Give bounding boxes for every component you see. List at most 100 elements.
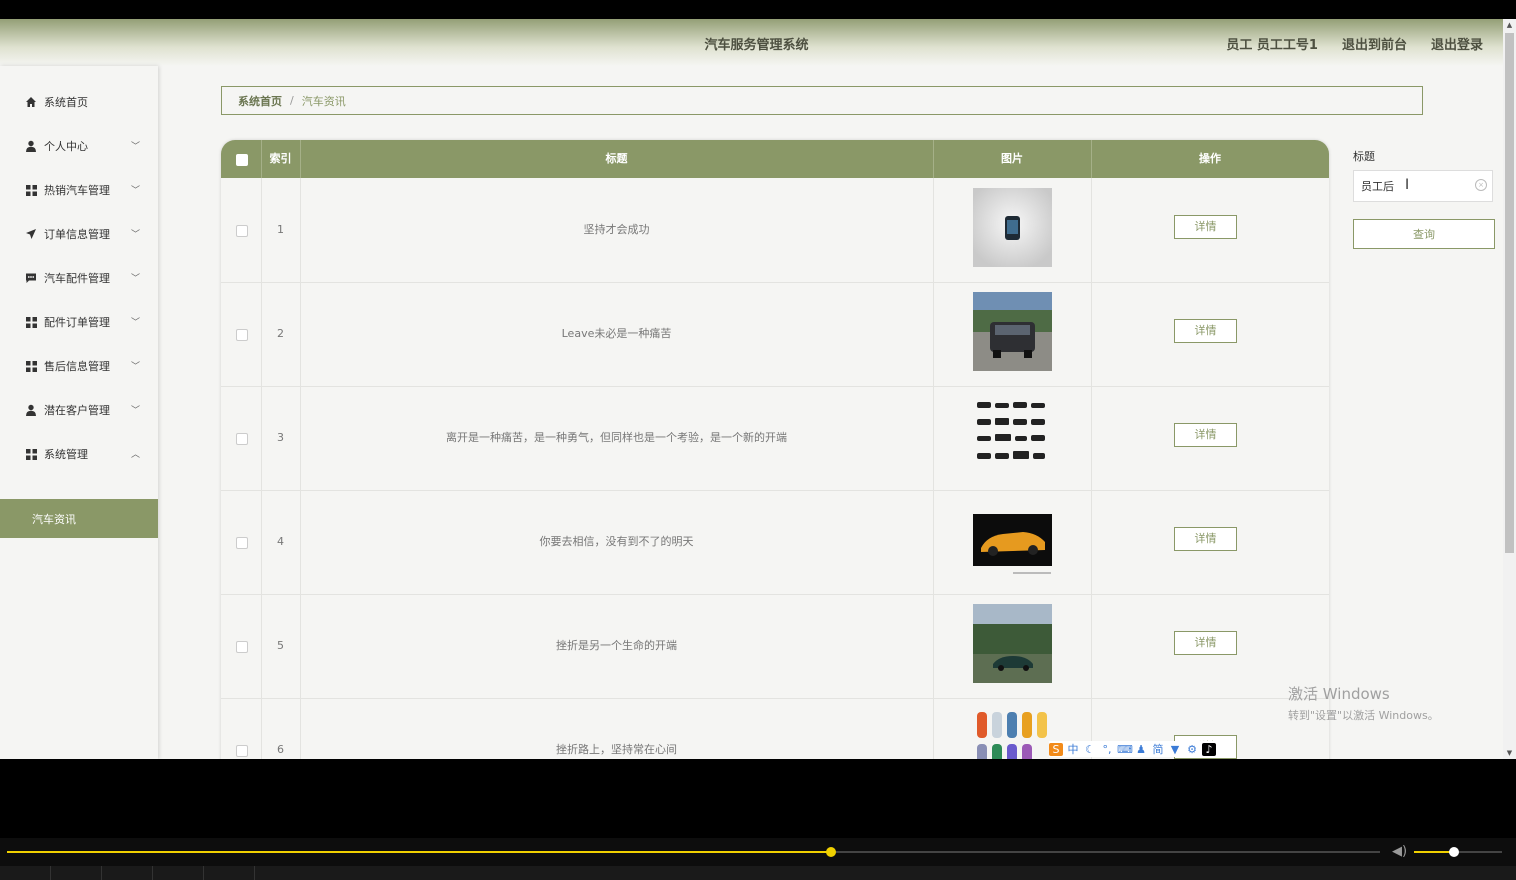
sidebar-item-label: 系统首页 bbox=[44, 96, 88, 109]
progress-knob[interactable] bbox=[825, 847, 836, 857]
user-icon bbox=[24, 403, 38, 417]
chevron-up-icon: ︿ bbox=[130, 450, 140, 460]
sidebar-item-system[interactable]: 系统管理 ︿ bbox=[0, 432, 158, 476]
sidebar-item-hot-cars[interactable]: 热销汽车管理 ﹀ bbox=[0, 168, 158, 212]
grid-icon bbox=[24, 183, 38, 197]
chevron-down-icon: ﹀ bbox=[130, 186, 140, 196]
row-checkbox[interactable] bbox=[236, 433, 248, 445]
back-to-front-link[interactable]: 退出到前台 bbox=[1342, 34, 1407, 53]
chevron-down-icon: ﹀ bbox=[130, 230, 140, 240]
sidebar-item-label: 潜在客户管理 bbox=[44, 404, 110, 417]
header-links: 员工 员工工号1 退出到前台 退出登录 bbox=[1226, 34, 1483, 53]
row-checkbox[interactable] bbox=[236, 329, 248, 341]
sidebar-item-orders[interactable]: 订单信息管理 ﹀ bbox=[0, 212, 158, 256]
sidebar-item-label: 配件订单管理 bbox=[44, 316, 110, 329]
row-checkbox[interactable] bbox=[236, 641, 248, 653]
phone-thumbnail bbox=[973, 188, 1052, 267]
row-index: 3 bbox=[261, 386, 301, 490]
sidebar-item-label: 汽车配件管理 bbox=[44, 272, 110, 285]
select-all-checkbox[interactable] bbox=[236, 154, 248, 166]
scroll-up-arrow-icon[interactable]: ▲ bbox=[1503, 19, 1516, 31]
sidebar-item-label: 系统管理 bbox=[44, 448, 88, 461]
scrollbar-thumb[interactable] bbox=[1505, 33, 1514, 553]
ime-simplified-mode[interactable]: 简 bbox=[1151, 741, 1165, 757]
user-label[interactable]: 员工 员工工号1 bbox=[1226, 34, 1318, 53]
row-title: 离开是一种痛苦，是一种勇气，但同样也是一个考验，是一个新的开端 bbox=[300, 386, 934, 490]
column-header-action: 操作 bbox=[1199, 152, 1221, 165]
query-button[interactable]: 查询 bbox=[1353, 219, 1495, 249]
sidebar-item-after-sales[interactable]: 售后信息管理 ﹀ bbox=[0, 344, 158, 388]
taskbar-slot[interactable] bbox=[51, 866, 102, 880]
colorful-cars-topview bbox=[973, 708, 1052, 759]
sidebar-item-label: 售后信息管理 bbox=[44, 360, 110, 373]
breadcrumb-home[interactable]: 系统首页 bbox=[238, 93, 282, 109]
row-checkbox-cell bbox=[221, 386, 262, 490]
volume-icon[interactable]: ◀) bbox=[1392, 844, 1407, 859]
row-image-cell bbox=[933, 594, 1092, 698]
chevron-down-icon: ﹀ bbox=[130, 406, 140, 416]
sidebar-subitem-car-news[interactable]: 汽车资讯 bbox=[0, 499, 158, 538]
app-window: 汽车服务管理系统 员工 员工工号1 退出到前台 退出登录 系统首页 个人中心 ﹀… bbox=[0, 19, 1503, 759]
sidebar-item-home[interactable]: 系统首页 bbox=[0, 80, 158, 124]
shirt-icon[interactable]: ▼ bbox=[1168, 743, 1182, 756]
row-index: 6 bbox=[261, 698, 301, 759]
chevron-down-icon: ﹀ bbox=[130, 142, 140, 152]
row-title: 挫折路上，坚持常在心间 bbox=[300, 698, 934, 759]
gear-icon[interactable]: ⚙ bbox=[1185, 743, 1199, 756]
detail-button[interactable]: 详情 bbox=[1174, 423, 1237, 447]
detail-button[interactable]: 详情 bbox=[1174, 319, 1237, 343]
search-title-input[interactable] bbox=[1353, 170, 1493, 202]
table-row: 3 离开是一种痛苦，是一种勇气，但同样也是一个考验，是一个新的开端 详情 bbox=[221, 386, 1329, 491]
row-index: 1 bbox=[261, 178, 301, 282]
row-checkbox[interactable] bbox=[236, 225, 248, 237]
page-scrollbar[interactable]: ▲ ▼ bbox=[1503, 19, 1516, 759]
sidebar-item-customers[interactable]: 潜在客户管理 ﹀ bbox=[0, 388, 158, 432]
row-checkbox[interactable] bbox=[236, 537, 248, 549]
orange-sports-car bbox=[973, 500, 1052, 579]
watermark-line1: 激活 Windows bbox=[1288, 685, 1390, 703]
taskbar-slot[interactable] bbox=[0, 866, 51, 880]
watermark-line2: 转到"设置"以激活 Windows。 bbox=[1288, 709, 1439, 722]
breadcrumb-current: 汽车资讯 bbox=[301, 94, 346, 108]
detail-button[interactable]: 详情 bbox=[1174, 527, 1237, 551]
taskbar-slot[interactable] bbox=[102, 866, 153, 880]
punctuation-icon[interactable]: °, bbox=[1100, 743, 1114, 756]
keyboard-icon[interactable]: ⌨ bbox=[1117, 743, 1133, 756]
table-row: 2 Leave未必是一种痛苦 详情 bbox=[221, 282, 1329, 387]
taskbar-slot[interactable] bbox=[153, 866, 204, 880]
volume-fill bbox=[1414, 851, 1454, 853]
sidebar-item-profile[interactable]: 个人中心 ﹀ bbox=[0, 124, 158, 168]
ime-logo-icon[interactable]: S bbox=[1049, 742, 1063, 756]
suv-photo bbox=[973, 292, 1052, 371]
ime-chinese-mode[interactable]: 中 bbox=[1066, 741, 1080, 757]
row-checkbox-cell bbox=[221, 698, 262, 759]
volume-slider[interactable] bbox=[1414, 847, 1502, 857]
moon-icon[interactable]: ☾ bbox=[1083, 743, 1097, 756]
detail-button[interactable]: 详情 bbox=[1174, 215, 1237, 239]
breadcrumb: 系统首页 / 汽车资讯 bbox=[221, 86, 1423, 115]
taskbar-slot[interactable] bbox=[204, 866, 255, 880]
ime-user-icon[interactable]: ♟ bbox=[1134, 743, 1148, 756]
scroll-down-arrow-icon[interactable]: ▼ bbox=[1503, 747, 1516, 759]
sidebar-item-label: 热销汽车管理 bbox=[44, 184, 110, 197]
sidebar: 系统首页 个人中心 ﹀ 热销汽车管理 ﹀ 订单信息管理 ﹀ 汽车配件管理 ﹀ 配… bbox=[0, 66, 158, 759]
chevron-down-icon: ﹀ bbox=[130, 318, 140, 328]
column-header-title: 标题 bbox=[300, 140, 934, 178]
row-action-cell: 详情 bbox=[1091, 386, 1329, 490]
grid-icon bbox=[24, 359, 38, 373]
sidebar-item-part-orders[interactable]: 配件订单管理 ﹀ bbox=[0, 300, 158, 344]
volume-knob[interactable] bbox=[1448, 847, 1459, 857]
row-title: Leave未必是一种痛苦 bbox=[300, 282, 934, 386]
logout-link[interactable]: 退出登录 bbox=[1431, 34, 1483, 53]
progress-bar[interactable] bbox=[7, 847, 1380, 857]
row-checkbox[interactable] bbox=[236, 745, 248, 757]
tiktok-icon[interactable]: ♪ bbox=[1202, 742, 1216, 756]
detail-button[interactable]: 详情 bbox=[1174, 631, 1237, 655]
sidebar-item-parts[interactable]: 汽车配件管理 ﹀ bbox=[0, 256, 158, 300]
sidebar-item-label: 个人中心 bbox=[44, 140, 88, 153]
row-image-cell bbox=[933, 282, 1092, 386]
row-checkbox-cell bbox=[221, 490, 262, 594]
row-image-cell bbox=[933, 386, 1092, 490]
column-header-image: 图片 bbox=[933, 140, 1092, 178]
clear-input-icon[interactable]: × bbox=[1475, 179, 1487, 191]
